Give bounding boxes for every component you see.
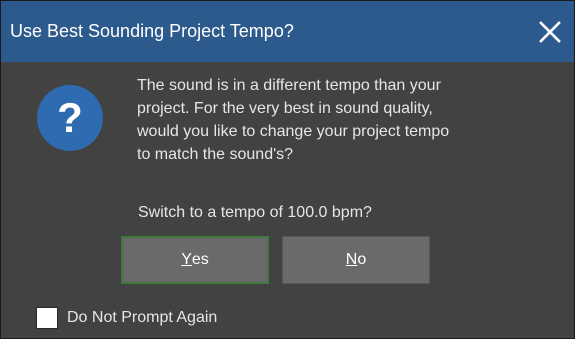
no-button[interactable]: No (282, 236, 430, 284)
close-button[interactable] (526, 1, 574, 62)
dialog-message: The sound is in a different tempo than y… (137, 74, 557, 166)
close-icon (539, 20, 561, 43)
dialog-title: Use Best Sounding Project Tempo? (10, 21, 294, 41)
message-line: to match the sound's? (137, 146, 294, 163)
tempo-dialog: Use Best Sounding Project Tempo? ? The s… (0, 0, 575, 339)
svg-text:?: ? (57, 94, 83, 141)
do-not-prompt-label: Do Not Prompt Again (67, 309, 218, 326)
tempo-prompt: Switch to a tempo of 100.0 bpm? (138, 204, 372, 221)
do-not-prompt-checkbox[interactable] (36, 307, 58, 329)
no-accelerator: N (345, 251, 358, 268)
no-label-rest: o (357, 251, 367, 268)
yes-button[interactable]: Yes (121, 236, 269, 284)
yes-label-rest: es (191, 251, 209, 268)
message-line: would you like to change your project te… (137, 123, 450, 140)
yes-accelerator: Y (181, 251, 192, 268)
title-bar: Use Best Sounding Project Tempo? (1, 1, 574, 62)
dialog-body: ? The sound is in a different tempo than… (1, 62, 574, 338)
question-mark-icon: ? (37, 85, 103, 151)
do-not-prompt-row[interactable]: Do Not Prompt Again (36, 305, 217, 331)
message-line: project. For the very best in sound qual… (137, 100, 433, 117)
message-line: The sound is in a different tempo than y… (137, 77, 441, 94)
